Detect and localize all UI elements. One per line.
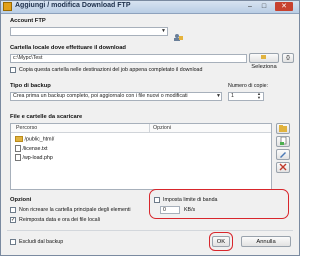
account-label: Account FTP <box>10 18 46 24</box>
add-folder-button[interactable] <box>276 123 290 134</box>
list-item[interactable]: /wp-load.php <box>15 154 53 161</box>
list-item-label: /license.txt <box>22 145 48 152</box>
exclude-backup-checkbox[interactable] <box>10 239 16 245</box>
copies-label: Numero di copie: <box>228 83 269 89</box>
files-label: File e cartelle da scaricare <box>10 114 83 120</box>
footer-divider <box>7 230 293 231</box>
list-item-label: /public_html/ <box>24 136 55 143</box>
bandwidth-input[interactable]: 0 <box>160 206 180 214</box>
minimize-icon[interactable]: – <box>245 2 255 11</box>
add-file-button[interactable] <box>276 136 290 147</box>
copy-folder-label: Copia questa cartella nelle destinazioni… <box>19 67 203 73</box>
list-item[interactable]: /license.txt <box>15 145 48 152</box>
column-divider <box>149 124 150 132</box>
remove-item-button[interactable] <box>276 162 290 173</box>
files-list[interactable]: Percorso Opzioni /public_html/ /license.… <box>10 123 272 190</box>
account-select[interactable] <box>10 27 168 36</box>
variables-button[interactable]: {} <box>282 53 294 63</box>
edit-item-button[interactable] <box>276 149 290 160</box>
file-icon <box>15 154 21 161</box>
files-list-header: Percorso Opzioni <box>11 124 271 133</box>
bandwidth-label: Imposta limite di banda <box>163 197 218 203</box>
bandwidth-unit: KB/s <box>184 207 196 213</box>
dialog-window: Aggiungi / modifica Download FTP – □ ✕ A… <box>0 0 300 256</box>
remove-icon <box>279 163 287 171</box>
add-file-icon <box>280 136 287 145</box>
close-icon[interactable]: ✕ <box>275 2 293 11</box>
copy-folder-checkbox[interactable] <box>10 67 16 73</box>
bandwidth-highlight <box>149 189 289 219</box>
backup-type-label: Tipo di backup <box>10 83 51 89</box>
user-gear-icon[interactable] <box>173 28 183 41</box>
window-title: Aggiungi / modifica Download FTP <box>15 2 131 9</box>
edit-icon <box>280 152 286 158</box>
reset-date-label: Reimposta data e ora dei file locali <box>19 217 100 223</box>
bandwidth-checkbox[interactable] <box>154 197 160 203</box>
add-folder-icon <box>279 125 287 132</box>
folder-icon <box>15 136 23 142</box>
column-options[interactable]: Opzioni <box>153 125 171 131</box>
file-icon <box>15 145 21 152</box>
column-path[interactable]: Percorso <box>16 125 37 131</box>
folder-icon <box>261 55 266 59</box>
browse-button-label: Seleziona <box>251 64 277 70</box>
ok-button[interactable]: OK <box>212 236 230 247</box>
exclude-backup-label: Escludi dal backup <box>19 239 64 245</box>
list-item-label: /wp-load.php <box>22 154 53 161</box>
cancel-button[interactable]: Annulla <box>241 236 291 247</box>
browse-button[interactable]: Seleziona <box>249 53 279 70</box>
no-recreate-checkbox[interactable] <box>10 207 16 213</box>
folder-label: Cartella locale dove effettuare il downl… <box>10 45 126 51</box>
title-bar: Aggiungi / modifica Download FTP – □ ✕ <box>1 1 299 14</box>
options-label: Opzioni <box>10 197 32 203</box>
no-recreate-label: Non ricreare la cartella principale degl… <box>19 207 131 213</box>
spinner-arrows-icon[interactable]: ▲ ▼ <box>257 92 298 100</box>
folder-path-input[interactable]: c:\Mypc\Test <box>10 54 247 63</box>
reset-date-checkbox[interactable]: ✓ <box>10 217 16 223</box>
backup-type-select[interactable]: Crea prima un backup completo, poi aggio… <box>10 92 222 101</box>
list-item[interactable]: /public_html/ <box>15 136 54 142</box>
app-icon <box>3 2 12 11</box>
maximize-icon[interactable]: □ <box>259 2 269 11</box>
